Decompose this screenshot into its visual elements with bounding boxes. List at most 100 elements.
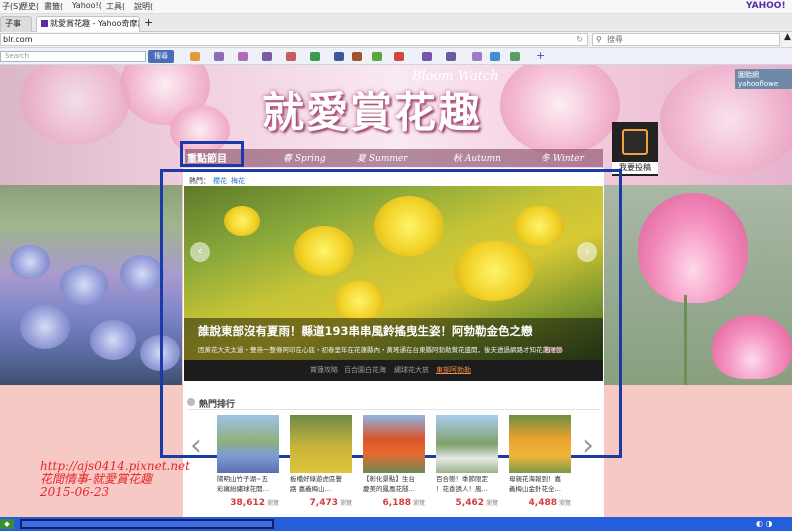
lotus-stem: [684, 295, 687, 385]
address-bar[interactable]: blr.com ↻: [0, 33, 588, 46]
card-views-value: 4,488: [528, 498, 557, 508]
browser-search-placeholder: 搜尋: [607, 35, 623, 44]
lotus-decoration: [712, 315, 792, 379]
pencil-note-icon: [622, 129, 648, 155]
card-views: 7,473 瀏覽: [290, 498, 352, 508]
card-title: 板橋好綠遊虎區豐 路 嘉義梅山…: [290, 475, 342, 493]
card-views: 6,188 瀏覽: [363, 498, 425, 508]
card-image: [363, 415, 425, 473]
gallery-link[interactable]: 圖飴網 yahooflowe: [735, 69, 792, 89]
watermark-date: 2015-06-23: [40, 485, 110, 499]
facebook-icon[interactable]: [334, 52, 344, 61]
banner: Bloom Watch 就愛賞花趣 圖飴網 yahooflowe 我要投稿 春 …: [0, 65, 792, 185]
season-label: Winter: [552, 154, 584, 164]
toolbar-shop-icon[interactable]: [214, 52, 224, 61]
card-image: [436, 415, 498, 473]
tab-active[interactable]: 就愛賞花趣 - Yahoo奇摩旅遊: [36, 16, 140, 32]
tab-active-label: 就愛賞花趣 - Yahoo奇摩旅遊: [50, 19, 139, 28]
toolbar-calendar-icon[interactable]: [286, 52, 296, 61]
menu-item-file[interactable]: 子(S): [2, 1, 21, 12]
season-mark: 冬: [541, 154, 551, 164]
menu-item-yahoo[interactable]: Yahoo!(: [72, 1, 102, 10]
season-mark: 春: [283, 154, 293, 164]
blossom-decoration: [500, 65, 620, 155]
toolbar-app-icon[interactable]: [190, 52, 200, 61]
page-content: Bloom Watch 就愛賞花趣 圖飴網 yahooflowe 我要投稿 春 …: [0, 65, 792, 517]
hydrangea-decoration: [60, 265, 108, 305]
taskbar: ◆ ◐ ◑: [0, 517, 792, 531]
start-icon[interactable]: ◆: [0, 519, 14, 529]
watermark: http://ajs0414.pixnet.net 花間情事-就愛賞花趣 201…: [40, 460, 190, 499]
tab-bar: 子事 就愛賞花趣 - Yahoo奇摩旅遊 +: [0, 14, 792, 32]
blossom-decoration: [20, 65, 130, 145]
menu-item-tools[interactable]: 工具(: [106, 1, 125, 12]
submit-photo-button[interactable]: 我要投稿: [612, 122, 658, 176]
address-value: blr.com: [3, 35, 33, 44]
toolbar-dictionary-icon[interactable]: [510, 52, 520, 61]
hydrangea-decoration: [10, 245, 50, 279]
menu-bar: 子(S) 歷史( 書籤( Yahoo!( 工具( 說明( YAHOO!: [0, 0, 792, 14]
system-tray-icon[interactable]: ◐ ◑: [756, 519, 773, 528]
toolbar-search-button[interactable]: 搜尋: [148, 50, 174, 63]
ranking-next-icon[interactable]: ›: [582, 431, 594, 461]
toolbar-travel-icon[interactable]: [490, 52, 500, 61]
hydrangea-decoration: [20, 305, 70, 349]
toolbar-mail-icon[interactable]: [262, 52, 272, 61]
toolbar-game-icon[interactable]: [352, 52, 362, 61]
tab-summer[interactable]: 夏 Summer: [357, 151, 408, 164]
card-views-unit: 瀏覽: [339, 500, 352, 507]
card-views-value: 6,188: [382, 498, 411, 508]
card-views-unit: 瀏覽: [485, 500, 498, 507]
toolbar-news-icon[interactable]: [238, 52, 248, 61]
card-image: [509, 415, 571, 473]
ranking-title: 熱門排行: [199, 400, 236, 410]
tab-winter[interactable]: 冬 Winter: [541, 151, 584, 164]
toolbar-sport-icon[interactable]: [372, 52, 382, 61]
fire-icon: [187, 398, 195, 406]
ranking-card[interactable]: 陽明山竹子湖~五 彩繽紛繡球花開… 38,612 瀏覽: [217, 415, 279, 510]
toolbar-music-icon[interactable]: [446, 52, 456, 61]
toolbar-movie-icon[interactable]: [422, 52, 432, 61]
toolbar-weather-icon[interactable]: [472, 52, 482, 61]
tab-featured-label: 重點節目: [187, 154, 227, 165]
ranking-card[interactable]: 【彰化景點】生台 慶美的鳳凰花隧… 6,188 瀏覽: [363, 415, 425, 510]
menu-item-help[interactable]: 說明(: [134, 1, 153, 12]
card-views: 38,612 瀏覽: [217, 498, 279, 508]
season-label: Spring: [294, 154, 326, 164]
browser-search-box[interactable]: ⚲ 搜尋: [592, 33, 780, 46]
menu-item-history[interactable]: 歷史(: [20, 1, 39, 12]
scroll-up-icon[interactable]: ▲: [784, 32, 791, 42]
ranking-card[interactable]: 百合戀！季節限定 ！花香誘人！風… 5,462 瀏覽: [436, 415, 498, 510]
new-tab-button[interactable]: +: [144, 16, 153, 29]
toolbar-search-input[interactable]: Search: [0, 51, 146, 62]
card-image: [290, 415, 352, 473]
card-views-value: 38,612: [230, 498, 265, 508]
search-icon: ⚲: [596, 35, 602, 44]
lotus-decoration: [638, 193, 748, 303]
card-title: 陽明山竹子湖~五 彩繽紛繡球花開…: [217, 475, 269, 493]
menu-item-bookmarks[interactable]: 書籤(: [44, 1, 63, 12]
hydrangea-decoration: [90, 320, 136, 360]
season-label: Summer: [368, 154, 408, 164]
ranking-prev-icon[interactable]: ‹: [190, 431, 202, 461]
card-title: 百合戀！季節限定 ！花香誘人！風…: [436, 475, 488, 493]
hydrangea-photo: [0, 185, 182, 385]
tab-autumn[interactable]: 秋 Autumn: [453, 151, 501, 164]
toolbar-finance-icon[interactable]: [310, 52, 320, 61]
tab-featured-highlighted[interactable]: 重點節目: [180, 141, 244, 167]
card-views-value: 7,473: [309, 498, 338, 508]
ranking-card[interactable]: 母親花海報到！嘉 義梅山金針花全… 4,488 瀏覽: [509, 415, 571, 510]
card-views-unit: 瀏覽: [558, 500, 571, 507]
card-views: 5,462 瀏覽: [436, 498, 498, 508]
tab-spring[interactable]: 春 Spring: [283, 151, 326, 164]
tab-previous[interactable]: 子事: [0, 16, 32, 32]
season-mark: 秋: [453, 154, 463, 164]
card-views-unit: 瀏覽: [266, 500, 279, 507]
yahoo-logo: YAHOO!: [746, 1, 786, 11]
ranking-card[interactable]: 板橋好綠遊虎區豐 路 嘉義梅山… 7,473 瀏覽: [290, 415, 352, 510]
toolbar-video-icon[interactable]: [394, 52, 404, 61]
card-views-value: 5,462: [455, 498, 484, 508]
toolbar-add-icon[interactable]: +: [536, 49, 545, 62]
season-mark: 夏: [357, 154, 367, 164]
reload-icon[interactable]: ↻: [576, 34, 583, 45]
